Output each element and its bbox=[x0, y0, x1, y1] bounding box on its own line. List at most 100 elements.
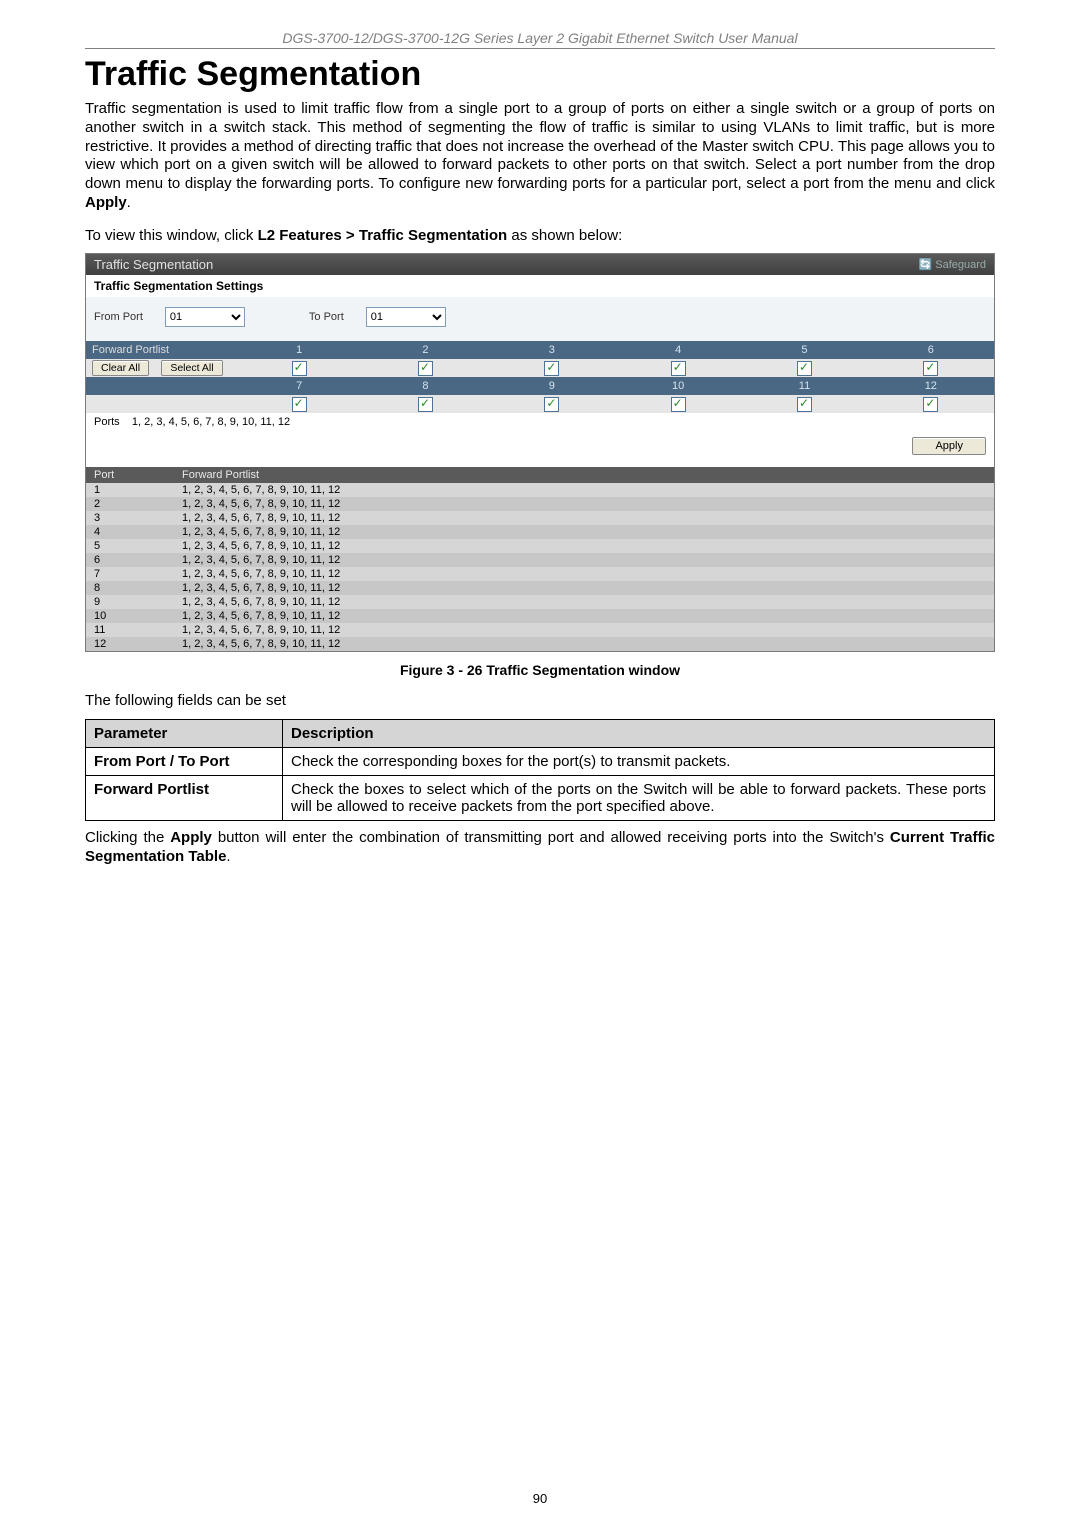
param-desc: Check the corresponding boxes for the po… bbox=[283, 748, 995, 776]
forward-portlist-grid: Forward Portlist 1 2 3 4 5 6 Clear All S… bbox=[86, 341, 994, 413]
port-5-checkbox[interactable] bbox=[797, 361, 812, 376]
page-number: 90 bbox=[0, 1491, 1080, 1506]
port-11-checkbox[interactable] bbox=[797, 397, 812, 412]
foot-pre: Clicking the bbox=[85, 829, 170, 846]
table-cell-list: 1, 2, 3, 4, 5, 6, 7, 8, 9, 10, 11, 12 bbox=[174, 595, 994, 609]
table-row: 21, 2, 3, 4, 5, 6, 7, 8, 9, 10, 11, 12 bbox=[86, 497, 994, 511]
figure-caption: Figure 3 - 26 Traffic Segmentation windo… bbox=[85, 662, 995, 678]
table-cell-port: 1 bbox=[86, 483, 174, 497]
to-port-label: To Port bbox=[309, 311, 344, 323]
param-name: Forward Portlist bbox=[86, 776, 283, 821]
to-port-select[interactable]: 01 bbox=[366, 307, 446, 327]
table-cell-list: 1, 2, 3, 4, 5, 6, 7, 8, 9, 10, 11, 12 bbox=[174, 539, 994, 553]
port-8-checkbox[interactable] bbox=[418, 397, 433, 412]
table-row: 101, 2, 3, 4, 5, 6, 7, 8, 9, 10, 11, 12 bbox=[86, 609, 994, 623]
table-row: 11, 2, 3, 4, 5, 6, 7, 8, 9, 10, 11, 12 bbox=[86, 483, 994, 497]
param-th-description: Description bbox=[283, 720, 995, 748]
select-all-button[interactable]: Select All bbox=[161, 360, 222, 376]
port-4-checkbox[interactable] bbox=[671, 361, 686, 376]
port-12-checkbox[interactable] bbox=[923, 397, 938, 412]
port-9-checkbox[interactable] bbox=[544, 397, 559, 412]
table-cell-list: 1, 2, 3, 4, 5, 6, 7, 8, 9, 10, 11, 12 bbox=[174, 637, 994, 651]
nav-post: as shown below: bbox=[507, 227, 622, 244]
port-3-checkbox[interactable] bbox=[544, 361, 559, 376]
table-row: 61, 2, 3, 4, 5, 6, 7, 8, 9, 10, 11, 12 bbox=[86, 553, 994, 567]
foot-mid: button will enter the combination of tra… bbox=[212, 829, 890, 846]
from-port-select[interactable]: 01 bbox=[165, 307, 245, 327]
table-cell-list: 1, 2, 3, 4, 5, 6, 7, 8, 9, 10, 11, 12 bbox=[174, 525, 994, 539]
col-9: 9 bbox=[489, 377, 615, 395]
table-row: 111, 2, 3, 4, 5, 6, 7, 8, 9, 10, 11, 12 bbox=[86, 623, 994, 637]
col-11: 11 bbox=[741, 377, 867, 395]
port-7-checkbox[interactable] bbox=[292, 397, 307, 412]
page-title: Traffic Segmentation bbox=[85, 55, 995, 94]
table-cell-port: 7 bbox=[86, 567, 174, 581]
col-2: 2 bbox=[362, 341, 488, 359]
intro-text: Traffic segmentation is used to limit tr… bbox=[85, 100, 995, 192]
table-cell-port: 12 bbox=[86, 637, 174, 651]
table-cell-list: 1, 2, 3, 4, 5, 6, 7, 8, 9, 10, 11, 12 bbox=[174, 623, 994, 637]
table-row: 91, 2, 3, 4, 5, 6, 7, 8, 9, 10, 11, 12 bbox=[86, 595, 994, 609]
table-cell-port: 10 bbox=[86, 609, 174, 623]
col-12: 12 bbox=[868, 377, 994, 395]
safeguard-text: Safeguard bbox=[935, 259, 986, 271]
port-1-checkbox[interactable] bbox=[292, 361, 307, 376]
foot-apply: Apply bbox=[170, 829, 212, 846]
param-name: From Port / To Port bbox=[86, 748, 283, 776]
parameter-table: Parameter Description From Port / To Por… bbox=[85, 719, 995, 821]
table-cell-list: 1, 2, 3, 4, 5, 6, 7, 8, 9, 10, 11, 12 bbox=[174, 567, 994, 581]
panel-titlebar: Traffic Segmentation 🔄 Safeguard bbox=[86, 254, 994, 275]
running-header: DGS-3700-12/DGS-3700-12G Series Layer 2 … bbox=[85, 30, 995, 49]
safeguard-label: 🔄 Safeguard bbox=[918, 258, 986, 271]
table-cell-list: 1, 2, 3, 4, 5, 6, 7, 8, 9, 10, 11, 12 bbox=[174, 581, 994, 595]
section-title: Traffic Segmentation Settings bbox=[86, 275, 994, 297]
table-row: 41, 2, 3, 4, 5, 6, 7, 8, 9, 10, 11, 12 bbox=[86, 525, 994, 539]
settings-area: From Port 01 To Port 01 bbox=[86, 297, 994, 341]
port-6-checkbox[interactable] bbox=[923, 361, 938, 376]
table-row: 121, 2, 3, 4, 5, 6, 7, 8, 9, 10, 11, 12 bbox=[86, 637, 994, 651]
table-cell-port: 11 bbox=[86, 623, 174, 637]
intro-apply: Apply bbox=[85, 194, 127, 211]
nav-pre: To view this window, click bbox=[85, 227, 258, 244]
table-row: 51, 2, 3, 4, 5, 6, 7, 8, 9, 10, 11, 12 bbox=[86, 539, 994, 553]
foot-post: . bbox=[226, 848, 230, 865]
col-6: 6 bbox=[868, 341, 994, 359]
col-10: 10 bbox=[615, 377, 741, 395]
col-5: 5 bbox=[741, 341, 867, 359]
forward-table: Port Forward Portlist 11, 2, 3, 4, 5, 6,… bbox=[86, 467, 994, 651]
col-7: 7 bbox=[236, 377, 362, 395]
nav-bold: L2 Features > Traffic Segmentation bbox=[258, 227, 508, 244]
table-cell-port: 9 bbox=[86, 595, 174, 609]
table-cell-port: 6 bbox=[86, 553, 174, 567]
table-cell-list: 1, 2, 3, 4, 5, 6, 7, 8, 9, 10, 11, 12 bbox=[174, 511, 994, 525]
clear-all-button[interactable]: Clear All bbox=[92, 360, 149, 376]
table-cell-port: 8 bbox=[86, 581, 174, 595]
table-cell-list: 1, 2, 3, 4, 5, 6, 7, 8, 9, 10, 11, 12 bbox=[174, 553, 994, 567]
table-cell-list: 1, 2, 3, 4, 5, 6, 7, 8, 9, 10, 11, 12 bbox=[174, 497, 994, 511]
fields-line: The following fields can be set bbox=[85, 692, 995, 711]
table-cell-port: 3 bbox=[86, 511, 174, 525]
port-2-checkbox[interactable] bbox=[418, 361, 433, 376]
table-row: From Port / To PortCheck the correspondi… bbox=[86, 748, 995, 776]
port-select-row: From Port 01 To Port 01 bbox=[94, 307, 986, 327]
table-cell-list: 1, 2, 3, 4, 5, 6, 7, 8, 9, 10, 11, 12 bbox=[174, 483, 994, 497]
forward-portlist-label: Forward Portlist bbox=[86, 341, 236, 359]
intro-paragraph: Traffic segmentation is used to limit tr… bbox=[85, 100, 995, 213]
from-port-label: From Port bbox=[94, 311, 143, 323]
ports-label: Ports bbox=[94, 416, 120, 428]
table-row: Forward PortlistCheck the boxes to selec… bbox=[86, 776, 995, 821]
table-cell-port: 2 bbox=[86, 497, 174, 511]
param-desc: Check the boxes to select which of the p… bbox=[283, 776, 995, 821]
table-row: 31, 2, 3, 4, 5, 6, 7, 8, 9, 10, 11, 12 bbox=[86, 511, 994, 525]
screenshot-panel: Traffic Segmentation 🔄 Safeguard Traffic… bbox=[85, 253, 995, 652]
col-3: 3 bbox=[489, 341, 615, 359]
fwd-th-list: Forward Portlist bbox=[174, 467, 994, 483]
fwd-th-port: Port bbox=[86, 467, 174, 483]
col-1: 1 bbox=[236, 341, 362, 359]
ports-summary: Ports 1, 2, 3, 4, 5, 6, 7, 8, 9, 10, 11,… bbox=[86, 413, 994, 431]
table-cell-list: 1, 2, 3, 4, 5, 6, 7, 8, 9, 10, 11, 12 bbox=[174, 609, 994, 623]
apply-button[interactable]: Apply bbox=[912, 437, 986, 455]
port-10-checkbox[interactable] bbox=[671, 397, 686, 412]
ports-value: 1, 2, 3, 4, 5, 6, 7, 8, 9, 10, 11, 12 bbox=[132, 416, 290, 428]
param-th-parameter: Parameter bbox=[86, 720, 283, 748]
